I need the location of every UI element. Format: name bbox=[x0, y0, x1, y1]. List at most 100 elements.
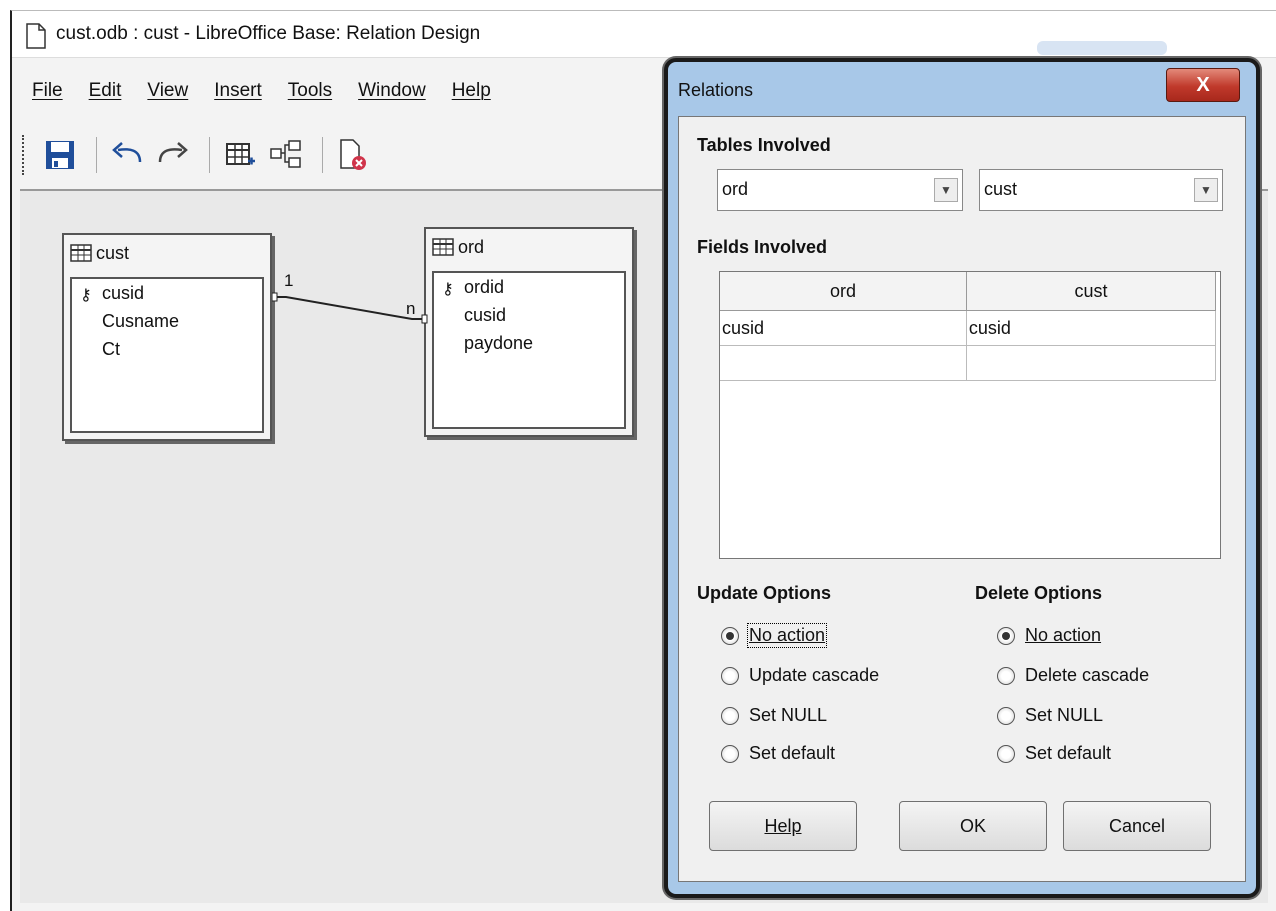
menu-tools[interactable]: Tools bbox=[288, 80, 332, 102]
redo-icon bbox=[158, 142, 188, 163]
radio-label: Delete cascade bbox=[1025, 665, 1150, 685]
table-name: cust bbox=[96, 242, 130, 263]
delete-set-default-radio[interactable]: Set default bbox=[997, 743, 1111, 764]
add-table-icon bbox=[226, 143, 255, 165]
toolbar-separator bbox=[322, 137, 323, 173]
field-name: cusid bbox=[102, 283, 145, 303]
toolbar-separator bbox=[96, 137, 97, 173]
table-name: ord bbox=[458, 236, 485, 257]
table-row bbox=[720, 345, 1217, 381]
save-button[interactable] bbox=[40, 135, 80, 175]
chevron-down-icon[interactable]: ▼ bbox=[934, 178, 958, 202]
table-row: cusid cusid bbox=[720, 310, 1217, 346]
fields-involved-label: Fields Involved bbox=[697, 237, 828, 257]
radio-label: Set default bbox=[749, 743, 836, 763]
radio-button-icon[interactable] bbox=[721, 666, 739, 685]
menu-edit[interactable]: Edit bbox=[89, 80, 122, 102]
update-no-action-radio[interactable]: No action bbox=[721, 623, 828, 648]
grid-cell[interactable] bbox=[720, 345, 967, 381]
update-set-default-radio[interactable]: Set default bbox=[721, 743, 835, 764]
chevron-down-icon[interactable]: ▼ bbox=[1194, 178, 1218, 202]
delete-button[interactable] bbox=[333, 135, 373, 175]
document-icon bbox=[26, 23, 46, 49]
table-right-select[interactable]: cust ▼ bbox=[979, 169, 1223, 211]
menu-insert[interactable]: Insert bbox=[214, 80, 262, 102]
primary-key-icon: ⚷ bbox=[80, 287, 92, 304]
field-name: Cusname bbox=[102, 311, 180, 331]
window-title: cust.odb : cust - LibreOffice Base: Rela… bbox=[56, 23, 481, 44]
new-relation-icon bbox=[270, 140, 301, 168]
help-button[interactable]: Help bbox=[709, 801, 857, 851]
toolbar-grip[interactable] bbox=[22, 135, 28, 175]
radio-button-icon[interactable] bbox=[997, 744, 1015, 763]
field-item[interactable]: cusid bbox=[434, 301, 624, 329]
field-item[interactable]: Ct bbox=[72, 335, 262, 363]
radio-button-icon[interactable] bbox=[997, 706, 1015, 725]
radio-label: No action bbox=[1025, 625, 1102, 645]
field-item[interactable]: paydone bbox=[434, 329, 624, 357]
delete-no-action-radio[interactable]: No action bbox=[997, 625, 1101, 646]
menu-help[interactable]: Help bbox=[452, 80, 491, 102]
menu-bar: File Edit View Insert Tools Window Help bbox=[12, 71, 662, 111]
grid-cell[interactable]: cusid bbox=[720, 310, 967, 346]
relation-one-label: 1 bbox=[284, 271, 294, 290]
delete-set-null-radio[interactable]: Set NULL bbox=[997, 705, 1103, 726]
field-name: paydone bbox=[464, 333, 534, 353]
ok-button[interactable]: OK bbox=[899, 801, 1047, 851]
table-left-value: ord bbox=[722, 179, 749, 199]
radio-button-icon[interactable] bbox=[997, 666, 1015, 685]
title-bar: cust.odb : cust - LibreOffice Base: Rela… bbox=[12, 11, 1276, 58]
radio-button-icon[interactable] bbox=[721, 626, 739, 645]
table-window-header[interactable]: cust bbox=[64, 235, 270, 271]
table-icon bbox=[70, 244, 92, 262]
radio-label: Set NULL bbox=[749, 705, 828, 725]
field-list: ⚷ cusid Cusname Ct bbox=[70, 277, 264, 433]
update-options-label: Update Options bbox=[697, 583, 831, 603]
delete-icon bbox=[340, 139, 366, 170]
field-item[interactable]: ⚷ ordid bbox=[434, 273, 624, 301]
radio-label: Set default bbox=[1025, 743, 1112, 763]
menu-view[interactable]: View bbox=[147, 80, 188, 102]
close-icon: X bbox=[1196, 73, 1210, 96]
radio-button-icon[interactable] bbox=[997, 626, 1015, 645]
undo-icon bbox=[112, 142, 142, 163]
table-right-value: cust bbox=[984, 179, 1018, 199]
tables-involved-label: Tables Involved bbox=[697, 135, 831, 155]
update-set-null-radio[interactable]: Set NULL bbox=[721, 705, 827, 726]
field-item[interactable]: Cusname bbox=[72, 307, 262, 335]
radio-button-icon[interactable] bbox=[721, 706, 739, 725]
close-button[interactable]: X bbox=[1166, 68, 1240, 102]
grid-cell[interactable]: cusid bbox=[966, 310, 1217, 346]
update-cascade-radio[interactable]: Update cascade bbox=[721, 665, 879, 686]
cancel-button[interactable]: Cancel bbox=[1063, 801, 1211, 851]
radio-label: Update cascade bbox=[749, 665, 880, 685]
table-icon bbox=[432, 238, 454, 256]
fields-involved-grid: ord cust cusid cusid bbox=[719, 271, 1221, 559]
field-item[interactable]: ⚷ cusid bbox=[72, 279, 262, 307]
primary-key-icon: ⚷ bbox=[442, 281, 454, 298]
new-relation-button[interactable] bbox=[266, 135, 306, 175]
radio-button-icon[interactable] bbox=[721, 744, 739, 763]
relation-many-label: n bbox=[406, 299, 416, 318]
menu-window[interactable]: Window bbox=[358, 80, 426, 102]
delete-cascade-radio[interactable]: Delete cascade bbox=[997, 665, 1149, 686]
grid-header-ord: ord bbox=[720, 272, 967, 311]
title-bar-blur bbox=[1037, 41, 1167, 55]
dialog-title: Relations bbox=[678, 80, 754, 100]
table-window-ord[interactable]: ord ⚷ ordid cusid paydone bbox=[424, 227, 634, 437]
menu-file[interactable]: File bbox=[32, 80, 63, 102]
grid-cell[interactable] bbox=[966, 345, 1217, 381]
add-table-button[interactable] bbox=[220, 135, 260, 175]
toolbar-separator bbox=[209, 137, 210, 173]
toolbar bbox=[22, 125, 662, 185]
table-left-select[interactable]: ord ▼ bbox=[717, 169, 963, 211]
table-window-header[interactable]: ord bbox=[426, 229, 632, 265]
field-name: Ct bbox=[102, 339, 120, 359]
redo-button[interactable] bbox=[153, 135, 193, 175]
table-window-cust[interactable]: cust ⚷ cusid Cusname Ct bbox=[62, 233, 272, 441]
dialog-content: Tables Involved ord ▼ cust ▼ Fields Invo… bbox=[678, 116, 1246, 882]
relations-dialog: Relations X Tables Involved ord ▼ cust ▼… bbox=[664, 58, 1260, 898]
undo-button[interactable] bbox=[107, 135, 147, 175]
grid-header-cust: cust bbox=[966, 272, 1217, 311]
field-list: ⚷ ordid cusid paydone bbox=[432, 271, 626, 429]
